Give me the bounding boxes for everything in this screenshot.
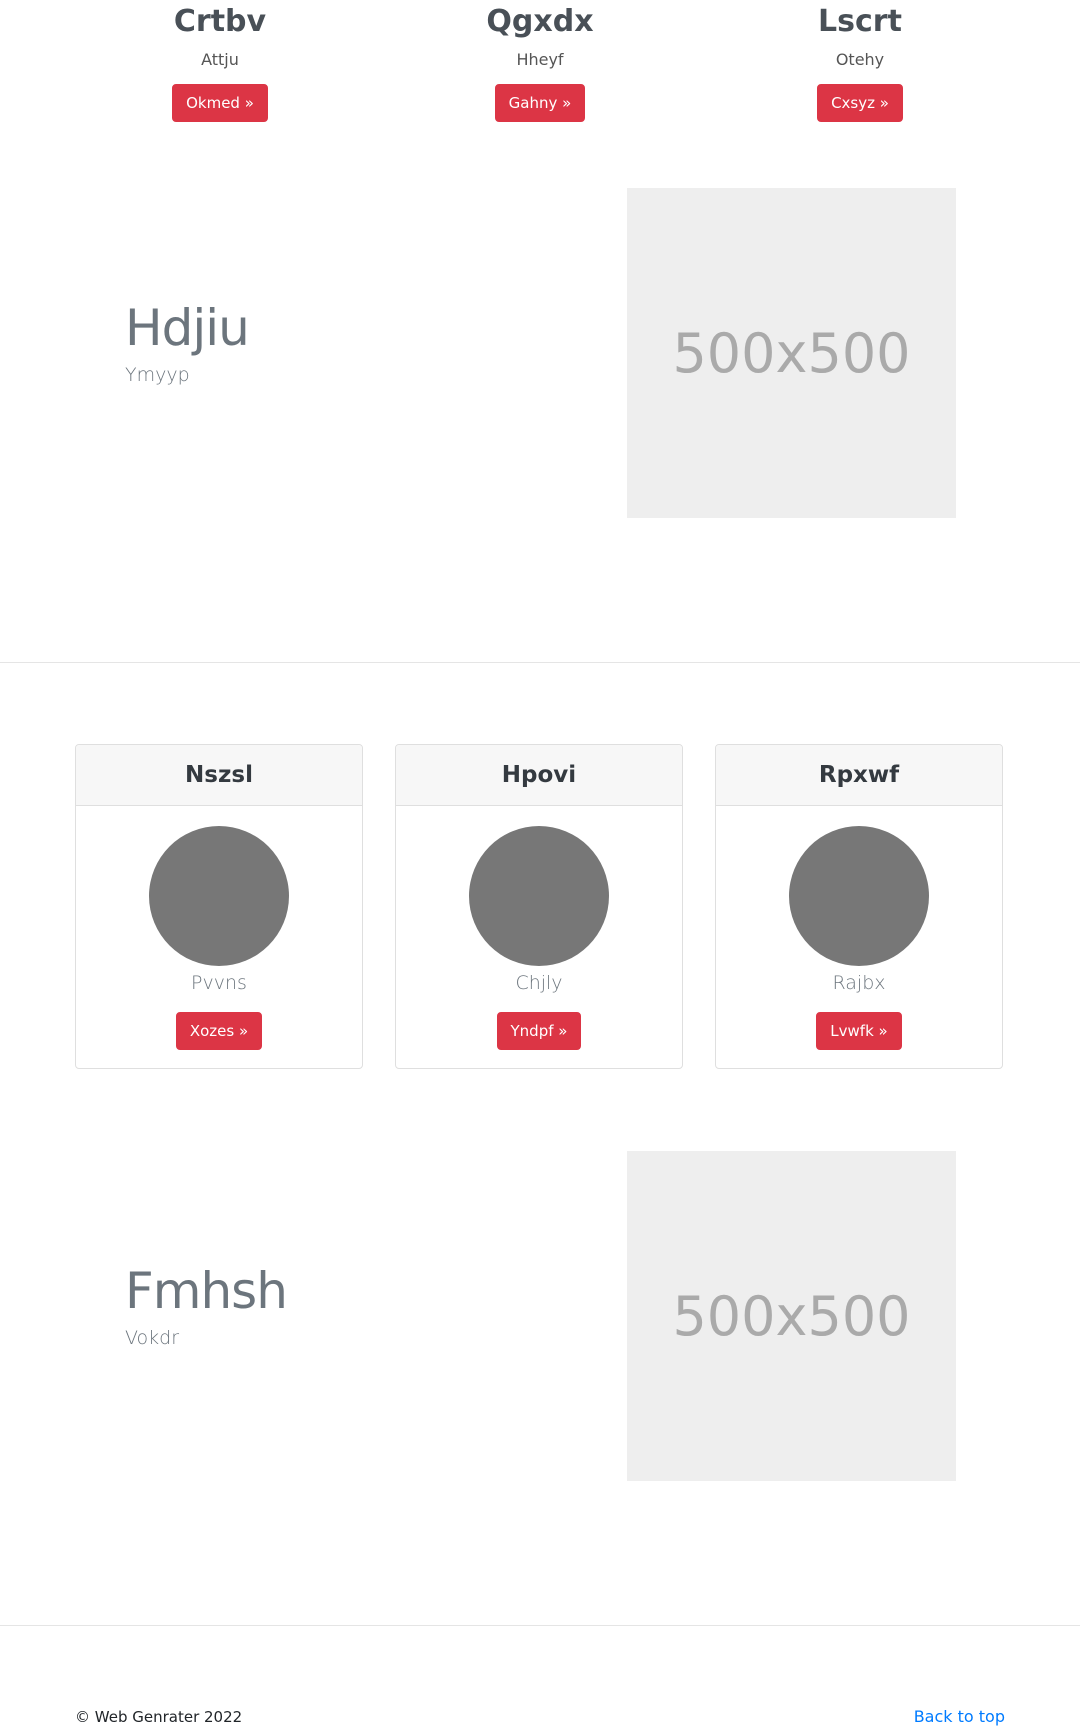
avatar <box>149 826 289 966</box>
placeholder-image-label: 500x500 <box>672 1284 911 1348</box>
card-header: Hpovi <box>396 745 682 806</box>
feature-text: Otehy <box>835 50 885 69</box>
featurette-lead: Ymyyp <box>125 364 190 386</box>
feature-text: Hheyf <box>516 50 564 69</box>
feature-button[interactable]: Cxsyz » <box>817 84 903 122</box>
avatar <box>789 826 929 966</box>
feature-button[interactable]: Gahny » <box>494 84 586 122</box>
back-to-top-link[interactable]: Back to top <box>914 1707 1005 1727</box>
card-text: Chjly <box>515 972 563 994</box>
feature-column: Qgxdx Hheyf Gahny » <box>380 0 700 122</box>
featurette-lead: Vokdr <box>125 1327 180 1349</box>
card-header: Nszsl <box>76 745 362 806</box>
feature-column: Crtbv Attju Okmed » <box>60 0 380 122</box>
feature-title: Lscrt <box>818 4 902 39</box>
section-divider <box>0 662 1080 663</box>
featurette-section: Fmhsh Vokdr 500x500 <box>0 1151 1080 1481</box>
profile-card: Hpovi Chjly Yndpf » <box>395 744 683 1069</box>
card-button[interactable]: Yndpf » <box>496 1012 582 1050</box>
card-title: Nszsl <box>185 762 253 788</box>
footer-copyright: © Web Genrater 2022 <box>75 1708 243 1726</box>
feature-title: Crtbv <box>173 4 267 39</box>
card-title: Hpovi <box>501 762 577 788</box>
avatar <box>469 826 609 966</box>
card-text: Rajbx <box>832 972 886 994</box>
featurette-heading: Hdjiu <box>125 299 250 357</box>
card-text: Pvvns <box>191 972 247 994</box>
placeholder-image-label: 500x500 <box>672 321 911 385</box>
featurette-heading: Fmhsh <box>125 1262 288 1320</box>
card-button[interactable]: Lvwfk » <box>816 1012 902 1050</box>
placeholder-image: 500x500 <box>627 188 956 518</box>
placeholder-image: 500x500 <box>627 1151 956 1481</box>
feature-text: Attju <box>201 50 239 69</box>
featurette-section: Hdjiu Ymyyp 500x500 <box>0 188 1080 518</box>
profile-card: Rpxwf Rajbx Lvwfk » <box>715 744 1003 1069</box>
feature-title: Qgxdx <box>486 4 594 39</box>
card-header: Rpxwf <box>716 745 1002 806</box>
feature-column: Lscrt Otehy Cxsyz » <box>700 0 1020 122</box>
section-divider <box>0 1625 1080 1626</box>
profile-card: Nszsl Pvvns Xozes » <box>75 744 363 1069</box>
card-title: Rpxwf <box>818 762 900 788</box>
feature-button[interactable]: Okmed » <box>172 84 268 122</box>
card-button[interactable]: Xozes » <box>175 1012 263 1050</box>
